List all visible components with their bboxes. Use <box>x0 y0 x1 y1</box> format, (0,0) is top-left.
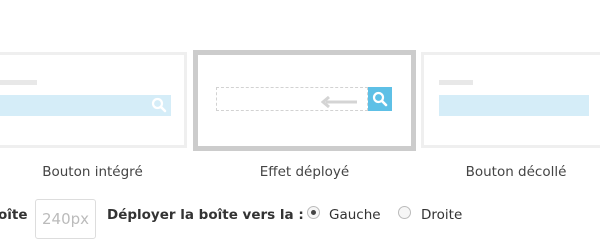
placeholder-line <box>0 80 37 85</box>
search-bar-preview <box>0 95 171 116</box>
deploy-direction-label: Déployer la boîte vers la : <box>107 207 304 223</box>
placeholder-line <box>439 80 473 85</box>
search-icon <box>147 94 171 116</box>
caption-deploye: Effet déployé <box>259 164 350 180</box>
radio-right[interactable] <box>398 206 411 219</box>
radio-left-label[interactable]: Gauche <box>329 207 381 223</box>
box-width-input[interactable]: 240px <box>35 199 96 239</box>
caption-decolle: Bouton décollé <box>465 164 567 180</box>
style-option-integre[interactable] <box>0 52 187 148</box>
style-option-deploye[interactable] <box>193 50 416 151</box>
box-width-label: oîte <box>0 207 28 223</box>
caption-integre: Bouton intégré <box>42 164 143 180</box>
arrow-left-icon <box>320 93 357 112</box>
search-bar-preview <box>439 95 589 116</box>
radio-right-label[interactable]: Droite <box>421 207 462 223</box>
style-option-decolle[interactable] <box>421 52 600 148</box>
radio-left[interactable] <box>307 206 320 219</box>
search-icon <box>368 87 392 111</box>
